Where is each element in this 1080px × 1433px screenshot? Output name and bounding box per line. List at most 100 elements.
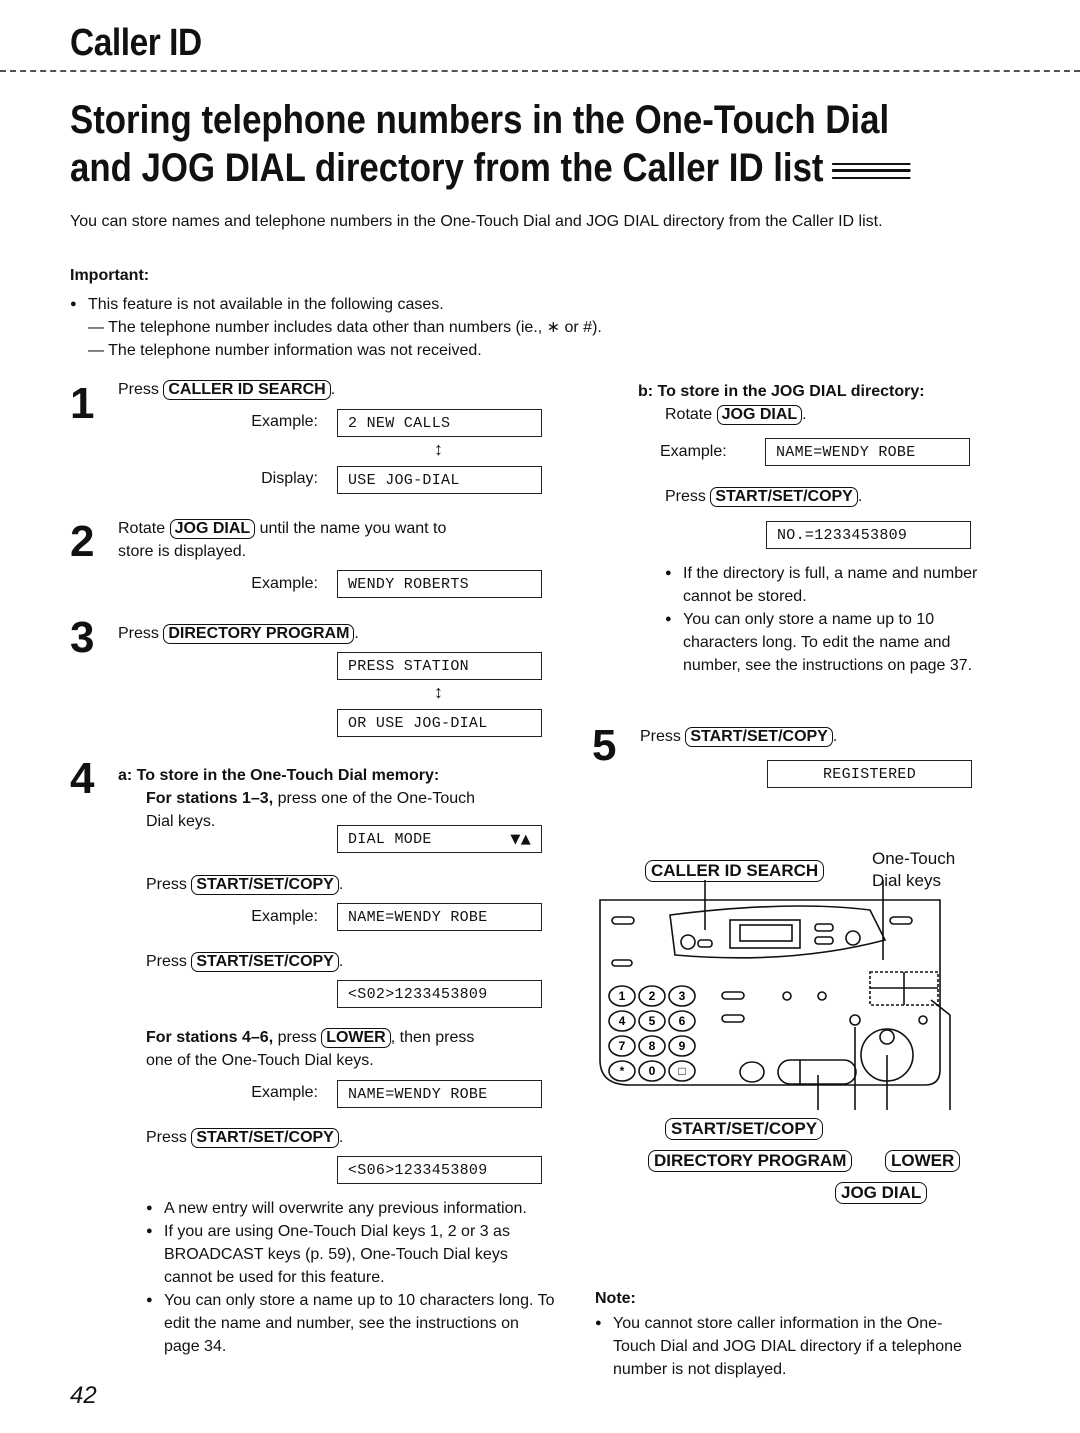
important-case: — The telephone number includes data oth…	[88, 319, 602, 336]
diagram-caller-id-search-label: CALLER ID SEARCH	[645, 860, 825, 882]
lcd-display: DIAL MODE ▼▲	[337, 825, 542, 853]
step-2-instruction: Rotate JOG DIAL until the name you want …	[118, 519, 447, 560]
step-4a-notes: A new entry will overwrite any previous …	[146, 1197, 556, 1358]
lcd-display: NAME=WENDY ROBE	[337, 1080, 542, 1108]
jog-dial-knob	[879, 1029, 895, 1045]
lcd-display: PRESS STATION	[337, 652, 542, 680]
side-button	[611, 959, 633, 967]
keypad-key-label: *	[620, 1064, 625, 1078]
up-down-arrow-icon: ↕	[434, 439, 443, 459]
note-text: You cannot store caller information in t…	[595, 1312, 975, 1381]
important-list: This feature is not available in the fol…	[70, 293, 770, 362]
indicator	[782, 991, 792, 1001]
start-set-copy-key: START/SET/COPY	[191, 952, 339, 972]
step-number: 2	[70, 517, 95, 566]
note-label: Note:	[595, 1290, 636, 1307]
note-item: You can only store a name up to 10 chara…	[665, 608, 985, 677]
fax-machine-diagram: 1 2 3 4 5 6 7 8 9 * 0 □	[599, 880, 951, 1110]
diagram-directory-program-label: DIRECTORY PROGRAM	[648, 1150, 853, 1172]
lcd-display: NO.=1233453809	[766, 521, 971, 549]
keypad-key-label: 6	[679, 1014, 686, 1028]
important-case: — The telephone number information was n…	[88, 342, 482, 359]
lcd-display: WENDY ROBERTS	[337, 570, 542, 598]
lcd-display: 2 NEW CALLS	[337, 409, 542, 437]
lcd-display: NAME=WENDY ROBE	[765, 438, 970, 466]
panel-button	[845, 930, 861, 946]
example-label: Example:	[660, 443, 727, 460]
press-instruction: Press START/SET/COPY.	[665, 487, 863, 507]
step-4a-heading: a: To store in the One-Touch Dial memory…	[118, 767, 476, 830]
step-4b-heading: b: To store in the JOG DIAL directory: R…	[638, 383, 925, 425]
indicator	[918, 1015, 928, 1025]
jog-dial-key: JOG DIAL	[169, 519, 256, 539]
start-set-copy-key: START/SET/COPY	[710, 487, 858, 507]
note-item: A new entry will overwrite any previous …	[146, 1197, 556, 1220]
important-label: Important:	[70, 267, 150, 284]
step-number: 5	[592, 721, 617, 770]
keypad-key-label: 9	[679, 1039, 686, 1053]
panel-button	[680, 934, 696, 950]
example-label: Example:	[251, 1084, 318, 1101]
lcd-display: <S02>1233453809	[337, 980, 542, 1008]
title-decoration-icon	[832, 163, 911, 179]
side-button	[611, 916, 635, 925]
page-title: Storing telephone numbers in the One-Tou…	[70, 96, 911, 192]
jog-dial-key: JOG DIAL	[716, 405, 803, 425]
function-button	[721, 991, 745, 1000]
step-4b-notes: If the directory is full, a name and num…	[665, 562, 985, 677]
lcd-display: REGISTERED	[767, 760, 972, 788]
panel-button	[814, 936, 834, 945]
lcd-display: NAME=WENDY ROBE	[337, 903, 542, 931]
caller-id-search-button	[697, 939, 713, 948]
lcd-display: OR USE JOG-DIAL	[337, 709, 542, 737]
page-title-line2: and JOG DIAL directory from the Caller I…	[70, 144, 911, 192]
step-1-instruction: Press CALLER ID SEARCH.	[118, 380, 336, 400]
keypad-key-label: 5	[649, 1014, 656, 1028]
keypad-key-label: 7	[619, 1039, 626, 1053]
keypad-key-label: 1	[619, 989, 626, 1003]
step-number: 3	[70, 613, 95, 662]
keypad-key-label: 2	[649, 989, 656, 1003]
step-3-instruction: Press DIRECTORY PROGRAM.	[118, 624, 359, 644]
up-down-arrow-icon: ↕	[434, 682, 443, 702]
start-set-copy-key: START/SET/COPY	[685, 727, 833, 747]
start-set-copy-key: START/SET/COPY	[191, 875, 339, 895]
press-instruction: Press START/SET/COPY.	[146, 952, 344, 972]
example-label: Example:	[251, 908, 318, 925]
keypad-key-label: 3	[679, 989, 686, 1003]
side-button	[889, 916, 913, 925]
important-bullet: This feature is not available in the fol…	[70, 293, 770, 316]
function-button	[721, 1014, 745, 1023]
keypad-key-label: 0	[649, 1064, 656, 1078]
press-instruction: Press START/SET/COPY.	[146, 1128, 344, 1148]
indicator	[817, 991, 827, 1001]
start-set-copy-key: START/SET/COPY	[191, 1128, 339, 1148]
panel-button	[814, 923, 834, 932]
caller-id-search-key: CALLER ID SEARCH	[163, 380, 331, 400]
diagram-start-set-copy-label: START/SET/COPY	[665, 1118, 824, 1140]
step-5-instruction: Press START/SET/COPY.	[640, 727, 838, 747]
display-label: Display:	[261, 470, 318, 487]
keypad-key-label: 4	[619, 1014, 626, 1028]
lcd-screen	[739, 924, 793, 942]
intro-paragraph: You can store names and telephone number…	[70, 213, 883, 230]
keypad-key-label: 8	[649, 1039, 656, 1053]
down-up-arrows-icon: ▼▲	[510, 832, 531, 847]
directory-program-key: DIRECTORY PROGRAM	[163, 624, 355, 644]
lower-button	[849, 1014, 861, 1026]
note-item: If you are using One-Touch Dial keys 1, …	[146, 1220, 556, 1289]
lcd-display: <S06>1233453809	[337, 1156, 542, 1184]
keypad: 1 2 3 4 5 6 7 8 9 * 0 □	[608, 985, 696, 1082]
stations-4-6-instruction: For stations 4–6, press LOWER, then pres…	[146, 1028, 475, 1069]
page-title-line1: Storing telephone numbers in the One-Tou…	[70, 98, 890, 142]
section-title: Caller ID	[70, 22, 202, 64]
keypad-key-label: □	[678, 1064, 685, 1078]
diagram-jog-dial-label: JOG DIAL	[835, 1182, 928, 1204]
start-set-copy-button	[777, 1059, 857, 1085]
step-number: 4	[70, 754, 95, 803]
lower-key: LOWER	[321, 1028, 391, 1048]
page-number: 42	[70, 1382, 97, 1409]
display-panel	[669, 905, 887, 959]
function-button	[739, 1061, 765, 1083]
header-divider	[0, 70, 1080, 72]
